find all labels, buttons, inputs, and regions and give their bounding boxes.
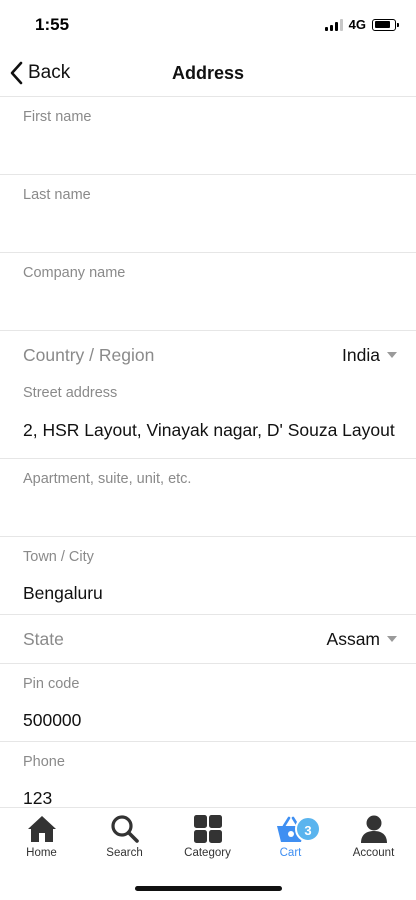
grid-icon <box>193 815 222 843</box>
tab-cart[interactable]: 3 Cart <box>249 814 332 870</box>
tab-label: Home <box>26 847 57 859</box>
street-address-label: Street address <box>23 385 118 401</box>
state-label: State <box>23 629 64 649</box>
first-name-field[interactable]: First name <box>0 97 416 175</box>
pin-code-label: Pin code <box>23 676 80 692</box>
status-bar: 1:55 4G <box>0 0 416 50</box>
network-type: 4G <box>348 17 366 32</box>
first-name-label: First name <box>23 109 92 125</box>
navigation-bar: Back Address <box>0 50 416 97</box>
company-name-label: Company name <box>23 265 126 281</box>
street-address-field[interactable]: Street address 2, HSR Layout, Vinayak na… <box>0 380 416 459</box>
last-name-label: Last name <box>23 187 91 203</box>
tab-home[interactable]: Home <box>0 814 83 870</box>
page-title: Address <box>171 63 245 83</box>
phone-label: Phone <box>23 754 65 770</box>
country-select[interactable]: Country / Region India <box>0 331 416 380</box>
town-city-label: Town / City <box>23 549 94 565</box>
status-time: 1:55 <box>35 15 70 34</box>
apartment-label: Apartment, suite, unit, etc. <box>23 471 192 487</box>
home-icon <box>27 816 56 842</box>
apartment-field[interactable]: Apartment, suite, unit, etc. <box>0 459 416 537</box>
street-address-input[interactable]: 2, HSR Layout, Vinayak nagar, D' Souza L… <box>23 420 396 441</box>
tab-label: Cart <box>279 847 302 859</box>
country-value: India <box>342 345 380 365</box>
country-label: Country / Region <box>23 345 155 365</box>
tab-label: Category <box>184 847 231 859</box>
battery-icon <box>372 18 399 31</box>
caret-down-icon <box>387 352 397 358</box>
phone-field[interactable]: Phone 123 <box>0 742 416 807</box>
last-name-field[interactable]: Last name <box>0 175 416 253</box>
pin-code-input[interactable]: 500000 <box>23 710 396 731</box>
signal-icon <box>324 18 343 31</box>
state-select[interactable]: State Assam <box>0 615 416 664</box>
town-city-input[interactable]: Bengaluru <box>23 583 396 604</box>
town-city-field[interactable]: Town / City Bengaluru <box>0 537 416 615</box>
company-name-field[interactable]: Company name <box>0 253 416 331</box>
address-form: First name Last name Company name Countr… <box>0 97 416 807</box>
phone-input[interactable]: 123 <box>23 788 396 807</box>
tab-label: Search <box>106 847 143 859</box>
caret-down-icon <box>387 636 397 642</box>
cart-count-badge: 3 <box>295 816 321 842</box>
user-icon <box>360 815 387 843</box>
pin-code-field[interactable]: Pin code 500000 <box>0 664 416 742</box>
tab-bar: Home Search Category 3 Cart Account <box>0 807 416 900</box>
search-icon <box>110 815 139 843</box>
tab-search[interactable]: Search <box>83 814 166 870</box>
home-indicator <box>135 886 282 891</box>
status-indicators: 4G <box>324 17 399 32</box>
tab-category[interactable]: Category <box>166 814 249 870</box>
tab-label: Account <box>352 847 395 859</box>
tab-account[interactable]: Account <box>332 814 415 870</box>
state-value: Assam <box>326 629 380 649</box>
